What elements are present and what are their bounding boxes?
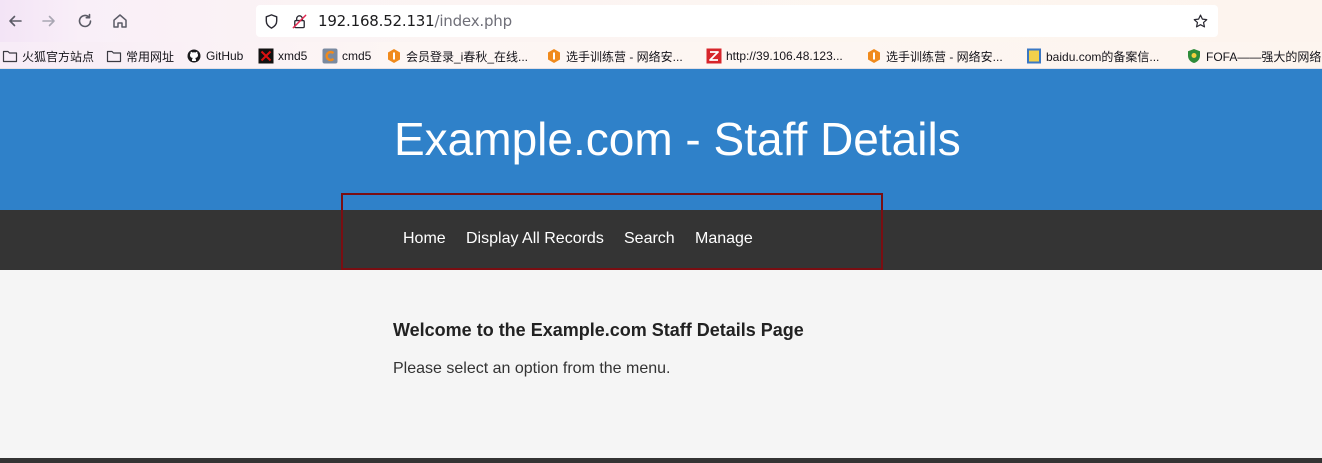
bookmark-item[interactable]: 会员登录_i春秋_在线... — [386, 46, 528, 66]
bookmark-label: cmd5 — [342, 49, 372, 63]
back-icon — [6, 12, 24, 30]
bookmark-label: xmd5 — [278, 49, 308, 63]
main-content: Welcome to the Example.com Staff Details… — [0, 270, 1322, 458]
shield-icon[interactable] — [262, 12, 280, 30]
url-path: /index.php — [434, 12, 512, 30]
bookmark-label: http://39.106.48.123... — [726, 49, 843, 63]
bookmark-item[interactable]: baidu.com的备案信... — [1026, 46, 1159, 66]
menu-highlight-box — [341, 193, 883, 270]
beian-icon — [1026, 48, 1042, 64]
bookmark-item[interactable]: 常用网址 — [106, 46, 174, 66]
reload-icon — [76, 12, 94, 30]
insecure-lock-icon[interactable] — [290, 12, 308, 30]
home-icon — [111, 12, 129, 30]
bookmark-label: 选手训练营 - 网络安... — [566, 49, 683, 64]
browser-toolbar: 192.168.52.131/index.php — [0, 0, 1322, 42]
ichunqiu-icon — [386, 48, 402, 64]
bookmark-item[interactable]: http://39.106.48.123... — [706, 46, 843, 66]
bookmark-item[interactable]: 选手训练营 - 网络安... — [866, 46, 1003, 66]
z-icon — [706, 48, 722, 64]
bookmark-item[interactable]: 选手训练营 - 网络安... — [546, 46, 683, 66]
address-bar[interactable]: 192.168.52.131/index.php — [256, 5, 1218, 37]
bookmark-item[interactable]: 火狐官方站点 — [2, 46, 94, 66]
url-host: 192.168.52.131 — [318, 12, 435, 30]
fofa-icon — [1186, 48, 1202, 64]
bookmark-item[interactable]: cmd5 — [322, 46, 371, 66]
ichunqiu-icon — [866, 48, 882, 64]
bookmark-item[interactable]: xmd5 — [258, 46, 307, 66]
ichunqiu-icon — [546, 48, 562, 64]
intro-text: Please select an option from the menu. — [393, 360, 671, 377]
xmd5-icon — [258, 48, 274, 64]
back-button[interactable] — [0, 6, 30, 36]
url-text[interactable]: 192.168.52.131/index.php — [318, 12, 512, 30]
folder-icon — [106, 48, 122, 64]
home-button[interactable] — [105, 6, 135, 36]
site-header: Example.com - Staff Details — [0, 69, 1322, 210]
welcome-heading: Welcome to the Example.com Staff Details… — [393, 320, 804, 340]
bookmark-label: baidu.com的备案信... — [1046, 49, 1160, 64]
bookmark-label: 火狐官方站点 — [22, 49, 95, 64]
forward-icon — [40, 12, 58, 30]
bookmark-label: 选手训练营 - 网络安... — [886, 49, 1003, 64]
forward-button[interactable] — [34, 6, 64, 36]
github-icon — [186, 48, 202, 64]
bookmark-label: FOFA——强大的网络 — [1206, 49, 1322, 64]
bookmarks-toolbar: 火狐官方站点 常用网址 GitHub xmd5 cmd5 会员登录_i春秋_在线… — [0, 42, 1322, 69]
bookmark-label: GitHub — [206, 49, 244, 63]
bookmark-item[interactable]: GitHub — [186, 46, 243, 66]
cmd5-icon — [322, 48, 338, 64]
bookmark-label: 会员登录_i春秋_在线... — [406, 49, 529, 64]
reload-button[interactable] — [70, 6, 100, 36]
folder-icon — [2, 48, 18, 64]
bookmark-label: 常用网址 — [126, 49, 175, 64]
page-title: Example.com - Staff Details — [394, 113, 961, 165]
bookmark-star-icon[interactable] — [1191, 12, 1209, 30]
footer-strip — [0, 458, 1322, 463]
bookmark-item[interactable]: FOFA——强大的网络 — [1186, 46, 1321, 66]
